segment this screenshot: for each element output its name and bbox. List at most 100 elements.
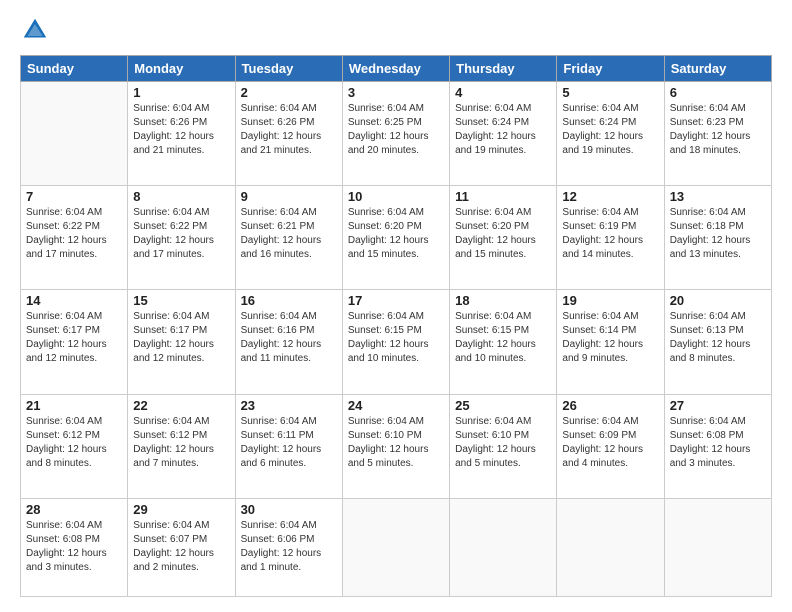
day-number: 23 <box>241 398 337 413</box>
calendar-cell: 29Sunrise: 6:04 AMSunset: 6:07 PMDayligh… <box>128 498 235 596</box>
day-number: 18 <box>455 293 551 308</box>
day-number: 10 <box>348 189 444 204</box>
calendar-week-4: 21 Sunrise: 6:04 AMSunset: 6:12 PMDayligh… <box>21 394 772 498</box>
calendar-week-2: 7 Sunrise: 6:04 AMSunset: 6:22 PMDaylight… <box>21 186 772 290</box>
day-number: 27 <box>670 398 766 413</box>
day-number: 9 <box>241 189 337 204</box>
day-number: 21 <box>26 398 122 413</box>
calendar-cell <box>450 498 557 596</box>
calendar-week-3: 14Sunrise: 6:04 AMSunset: 6:17 PMDayligh… <box>21 290 772 394</box>
weekday-header-tuesday: Tuesday <box>235 56 342 82</box>
calendar-cell: 22 Sunrise: 6:04 AMSunset: 6:12 PMDayligh… <box>128 394 235 498</box>
calendar-cell: 21 Sunrise: 6:04 AMSunset: 6:12 PMDayligh… <box>21 394 128 498</box>
day-number: 6 <box>670 85 766 100</box>
calendar-cell: 19 Sunrise: 6:04 AMSunset: 6:14 PMDayligh… <box>557 290 664 394</box>
day-info: Sunrise: 6:04 AMSunset: 6:26 PMDaylight:… <box>241 102 337 158</box>
day-number: 30 <box>241 502 337 517</box>
day-info: Sunrise: 6:04 AMSunset: 6:14 PMDaylight:… <box>562 310 658 366</box>
day-number: 24 <box>348 398 444 413</box>
logo-icon <box>20 15 50 45</box>
day-number: 20 <box>670 293 766 308</box>
calendar-page: SundayMondayTuesdayWednesdayThursdayFrid… <box>0 0 792 612</box>
day-info: Sunrise: 6:04 AMSunset: 6:20 PMDaylight:… <box>455 206 551 262</box>
weekday-header-friday: Friday <box>557 56 664 82</box>
day-number: 29 <box>133 502 229 517</box>
day-number: 12 <box>562 189 658 204</box>
day-info: Sunrise: 6:04 AMSunset: 6:19 PMDaylight:… <box>562 206 658 262</box>
day-number: 2 <box>241 85 337 100</box>
calendar-cell <box>342 498 449 596</box>
day-info: Sunrise: 6:04 AMSunset: 6:23 PMDaylight:… <box>670 102 766 158</box>
day-info: Sunrise: 6:04 AMSunset: 6:12 PMDaylight:… <box>26 415 122 471</box>
day-info: Sunrise: 6:04 AMSunset: 6:10 PMDaylight:… <box>455 415 551 471</box>
day-info: Sunrise: 6:04 AMSunset: 6:24 PMDaylight:… <box>562 102 658 158</box>
day-info: Sunrise: 6:04 AMSunset: 6:09 PMDaylight:… <box>562 415 658 471</box>
calendar-cell: 10 Sunrise: 6:04 AMSunset: 6:20 PMDayligh… <box>342 186 449 290</box>
header <box>20 15 772 45</box>
day-info: Sunrise: 6:04 AMSunset: 6:20 PMDaylight:… <box>348 206 444 262</box>
calendar-week-5: 28 Sunrise: 6:04 AMSunset: 6:08 PMDayligh… <box>21 498 772 596</box>
day-info: Sunrise: 6:04 AMSunset: 6:06 PMDaylight:… <box>241 519 337 575</box>
calendar-cell: 24 Sunrise: 6:04 AMSunset: 6:10 PMDayligh… <box>342 394 449 498</box>
day-info: Sunrise: 6:04 AMSunset: 6:15 PMDaylight:… <box>348 310 444 366</box>
calendar-cell: 4 Sunrise: 6:04 AMSunset: 6:24 PMDaylight… <box>450 82 557 186</box>
weekday-header-saturday: Saturday <box>664 56 771 82</box>
calendar-cell: 20Sunrise: 6:04 AMSunset: 6:13 PMDayligh… <box>664 290 771 394</box>
calendar-cell <box>557 498 664 596</box>
weekday-header-monday: Monday <box>128 56 235 82</box>
calendar-cell: 16 Sunrise: 6:04 AMSunset: 6:16 PMDayligh… <box>235 290 342 394</box>
day-number: 3 <box>348 85 444 100</box>
day-info: Sunrise: 6:04 AMSunset: 6:22 PMDaylight:… <box>133 206 229 262</box>
day-info: Sunrise: 6:04 AMSunset: 6:08 PMDaylight:… <box>26 519 122 575</box>
day-number: 4 <box>455 85 551 100</box>
weekday-header-row: SundayMondayTuesdayWednesdayThursdayFrid… <box>21 56 772 82</box>
calendar-cell: 30 Sunrise: 6:04 AMSunset: 6:06 PMDayligh… <box>235 498 342 596</box>
day-info: Sunrise: 6:04 AMSunset: 6:22 PMDaylight:… <box>26 206 122 262</box>
calendar-cell: 9 Sunrise: 6:04 AMSunset: 6:21 PMDaylight… <box>235 186 342 290</box>
day-info: Sunrise: 6:04 AMSunset: 6:21 PMDaylight:… <box>241 206 337 262</box>
calendar-cell: 18 Sunrise: 6:04 AMSunset: 6:15 PMDayligh… <box>450 290 557 394</box>
calendar-cell: 15Sunrise: 6:04 AMSunset: 6:17 PMDayligh… <box>128 290 235 394</box>
calendar-cell: 6 Sunrise: 6:04 AMSunset: 6:23 PMDaylight… <box>664 82 771 186</box>
day-info: Sunrise: 6:04 AMSunset: 6:11 PMDaylight:… <box>241 415 337 471</box>
day-info: Sunrise: 6:04 AMSunset: 6:18 PMDaylight:… <box>670 206 766 262</box>
calendar-cell: 13 Sunrise: 6:04 AMSunset: 6:18 PMDayligh… <box>664 186 771 290</box>
calendar-cell: 28 Sunrise: 6:04 AMSunset: 6:08 PMDayligh… <box>21 498 128 596</box>
calendar-cell: 26 Sunrise: 6:04 AMSunset: 6:09 PMDayligh… <box>557 394 664 498</box>
day-number: 28 <box>26 502 122 517</box>
day-number: 19 <box>562 293 658 308</box>
calendar-cell: 23 Sunrise: 6:04 AMSunset: 6:11 PMDayligh… <box>235 394 342 498</box>
day-number: 1 <box>133 85 229 100</box>
day-info: Sunrise: 6:04 AMSunset: 6:12 PMDaylight:… <box>133 415 229 471</box>
day-info: Sunrise: 6:04 AMSunset: 6:17 PMDaylight:… <box>26 310 122 366</box>
calendar-cell: 17 Sunrise: 6:04 AMSunset: 6:15 PMDayligh… <box>342 290 449 394</box>
calendar-cell: 25 Sunrise: 6:04 AMSunset: 6:10 PMDayligh… <box>450 394 557 498</box>
day-number: 25 <box>455 398 551 413</box>
calendar-cell <box>21 82 128 186</box>
calendar-table: SundayMondayTuesdayWednesdayThursdayFrid… <box>20 55 772 597</box>
weekday-header-wednesday: Wednesday <box>342 56 449 82</box>
calendar-cell: 12 Sunrise: 6:04 AMSunset: 6:19 PMDayligh… <box>557 186 664 290</box>
calendar-cell: 1Sunrise: 6:04 AMSunset: 6:26 PMDaylight… <box>128 82 235 186</box>
day-number: 11 <box>455 189 551 204</box>
day-info: Sunrise: 6:04 AMSunset: 6:10 PMDaylight:… <box>348 415 444 471</box>
day-info: Sunrise: 6:04 AMSunset: 6:25 PMDaylight:… <box>348 102 444 158</box>
calendar-cell: 14Sunrise: 6:04 AMSunset: 6:17 PMDayligh… <box>21 290 128 394</box>
calendar-header: SundayMondayTuesdayWednesdayThursdayFrid… <box>21 56 772 82</box>
calendar-cell: 7 Sunrise: 6:04 AMSunset: 6:22 PMDaylight… <box>21 186 128 290</box>
day-info: Sunrise: 6:04 AMSunset: 6:15 PMDaylight:… <box>455 310 551 366</box>
calendar-cell: 3 Sunrise: 6:04 AMSunset: 6:25 PMDaylight… <box>342 82 449 186</box>
day-number: 13 <box>670 189 766 204</box>
day-number: 16 <box>241 293 337 308</box>
calendar-cell: 5 Sunrise: 6:04 AMSunset: 6:24 PMDaylight… <box>557 82 664 186</box>
day-number: 22 <box>133 398 229 413</box>
day-info: Sunrise: 6:04 AMSunset: 6:24 PMDaylight:… <box>455 102 551 158</box>
day-info: Sunrise: 6:04 AMSunset: 6:16 PMDaylight:… <box>241 310 337 366</box>
calendar-cell <box>664 498 771 596</box>
calendar-body: 1 Sunrise: 6:04 AMSunset: 6:26 PMDaylight… <box>21 82 772 597</box>
calendar-cell: 8Sunrise: 6:04 AMSunset: 6:22 PMDaylight… <box>128 186 235 290</box>
day-number: 5 <box>562 85 658 100</box>
day-number: 26 <box>562 398 658 413</box>
day-number: 17 <box>348 293 444 308</box>
day-number: 7 <box>26 189 122 204</box>
